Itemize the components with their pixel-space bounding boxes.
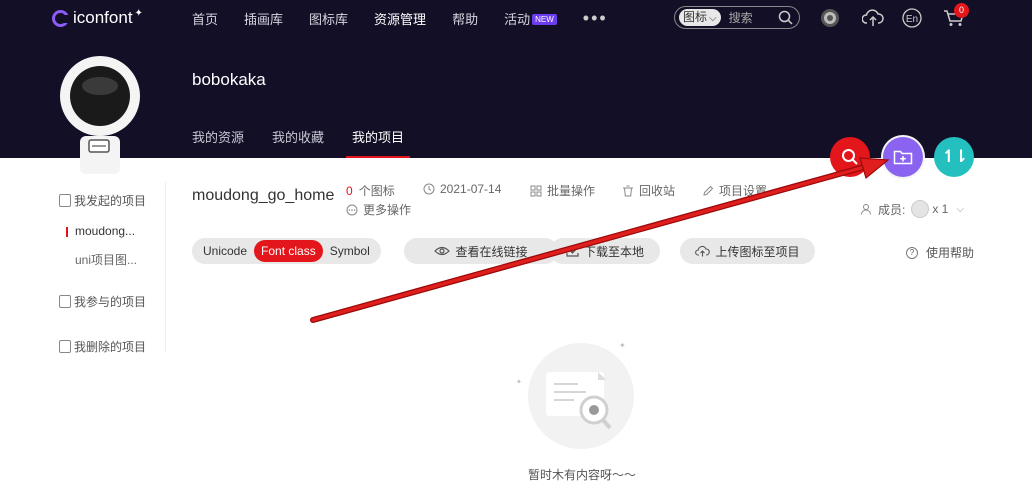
project-settings-label: 项目设置	[719, 184, 768, 198]
chevron-down-icon: ⌵	[709, 13, 717, 24]
profile-banner: bobokaka	[0, 36, 1032, 158]
sidebar-group-label: 我删除的项目	[74, 340, 147, 354]
view-online-link-button[interactable]: 查看在线链接	[404, 238, 558, 264]
user-icon	[861, 204, 871, 215]
search-type-value: 图标	[683, 10, 708, 24]
iconfont-logo-mark	[52, 9, 69, 27]
project-date-text: 2021-07-14	[440, 182, 502, 196]
nav-illustrations[interactable]: 插画库	[244, 9, 283, 28]
empty-state-illustration: ✦ ✦	[516, 341, 634, 449]
member-avatar	[911, 200, 930, 218]
upload-cloud-icon[interactable]	[862, 8, 884, 28]
sort-icon: ↿⇂	[941, 147, 968, 166]
more-operations-button[interactable]: 更多操作	[346, 201, 411, 218]
format-unicode[interactable]: Unicode	[196, 240, 254, 262]
sidebar-group-label: 我参与的项目	[74, 295, 147, 309]
icon-count: 0 个图标	[346, 182, 395, 199]
members-dropdown[interactable]: 成员: x 1 ⌵	[860, 200, 964, 218]
sidebar-item-uni-project[interactable]: uni项目图...	[75, 251, 137, 268]
document-edit-icon	[59, 340, 71, 353]
members-label: 成员:	[878, 202, 906, 217]
nav-resource-management[interactable]: 资源管理	[374, 9, 426, 28]
sidebar-group-deleted[interactable]: 我删除的项目	[59, 338, 146, 355]
project-settings-button[interactable]: 项目设置	[702, 182, 767, 199]
sort-button[interactable]: ↿⇂	[934, 137, 974, 177]
format-font-class[interactable]: Font class	[254, 240, 323, 262]
batch-operation-button[interactable]: 批量操作	[530, 182, 595, 199]
new-badge: NEW	[532, 13, 557, 25]
svg-text:✦: ✦	[516, 378, 522, 386]
logo-text: iconfont	[73, 8, 133, 27]
svg-text:✦: ✦	[619, 341, 626, 350]
trash-icon	[623, 185, 633, 196]
language-label: En	[906, 14, 918, 25]
user-avatar-icon[interactable]	[820, 8, 840, 28]
tab-my-resources[interactable]: 我的资源	[192, 118, 244, 158]
question-icon: ?	[906, 246, 918, 259]
empty-state-text: 暂时木有内容呀～～	[527, 468, 636, 482]
cart-count-badge: 0	[954, 3, 969, 18]
view-online-link-label: 查看在线链接	[455, 244, 528, 259]
upload-icons-label: 上传图标至项目	[715, 244, 800, 259]
document-edit-icon	[59, 295, 71, 308]
main-nav: 首页 插画库 图标库 资源管理 帮助 活动 NEW •••	[192, 0, 634, 36]
sidebar-group-created[interactable]: 我发起的项目	[59, 192, 146, 209]
recycle-bin-button[interactable]: 回收站	[622, 182, 675, 199]
more-circle-icon	[346, 204, 358, 215]
recycle-bin-label: 回收站	[639, 184, 676, 198]
search-box: 图标 ⌵	[674, 6, 800, 29]
tab-my-projects[interactable]: 我的项目	[346, 118, 411, 158]
icon-count-number: 0	[346, 183, 353, 198]
download-icon	[566, 246, 579, 257]
search-icon[interactable]	[778, 10, 793, 25]
sidebar-item-moudong[interactable]: moudong...	[65, 224, 135, 238]
nav-help[interactable]: 帮助	[452, 9, 478, 28]
search-project-button[interactable]	[830, 137, 870, 177]
language-icon[interactable]: En	[902, 8, 922, 28]
download-local-button[interactable]: 下载至本地	[550, 238, 660, 264]
format-switch: Unicode Font class Symbol	[192, 238, 381, 264]
members-count: x 1	[932, 202, 949, 216]
pencil-icon	[703, 185, 714, 196]
nav-activity-label: 活动	[504, 11, 531, 27]
astronaut-avatar[interactable]	[58, 54, 142, 174]
usage-help-label: 使用帮助	[926, 246, 975, 260]
download-local-label: 下载至本地	[583, 244, 644, 259]
icon-count-label: 个图标	[358, 184, 395, 198]
format-symbol[interactable]: Symbol	[323, 240, 377, 262]
grid-icon	[530, 185, 542, 196]
folder-add-icon	[893, 150, 913, 165]
clock-icon	[423, 183, 435, 195]
search-type-select[interactable]: 图标 ⌵	[679, 9, 721, 26]
project-date: 2021-07-14	[423, 182, 501, 196]
logo-star-icon: ✦	[134, 8, 143, 19]
upload-cloud-icon	[695, 245, 711, 257]
username: bobokaka	[192, 70, 266, 89]
chevron-down-icon: ⌵	[956, 203, 964, 215]
profile-tabs: 我的资源 我的收藏 我的项目	[192, 118, 438, 158]
batch-operation-label: 批量操作	[547, 184, 596, 198]
project-title: moudong_go_home	[192, 187, 335, 204]
usage-help-link[interactable]: ? 使用帮助	[906, 244, 974, 261]
upload-icons-button[interactable]: 上传图标至项目	[680, 238, 815, 264]
project-sidebar: 我发起的项目 moudong... uni项目图... 我参与的项目 我删除的项…	[48, 182, 166, 355]
new-project-button[interactable]	[883, 137, 923, 177]
more-operations-label: 更多操作	[363, 203, 412, 217]
top-navbar: iconfont ✦ 首页 插画库 图标库 资源管理 帮助 活动 NEW ••• …	[0, 0, 1032, 36]
sidebar-group-label: 我发起的项目	[74, 194, 147, 208]
nav-activity[interactable]: 活动 NEW	[504, 9, 557, 28]
more-menu-icon[interactable]: •••	[583, 8, 608, 29]
sidebar-group-joined[interactable]: 我参与的项目	[59, 293, 146, 310]
search-icon	[842, 149, 858, 165]
document-edit-icon	[59, 194, 71, 207]
nav-icon-library[interactable]: 图标库	[309, 9, 348, 28]
nav-home[interactable]: 首页	[192, 9, 218, 28]
tab-my-favorites[interactable]: 我的收藏	[272, 118, 324, 158]
iconfont-logo[interactable]: iconfont ✦	[52, 8, 143, 28]
eye-icon	[434, 246, 451, 256]
